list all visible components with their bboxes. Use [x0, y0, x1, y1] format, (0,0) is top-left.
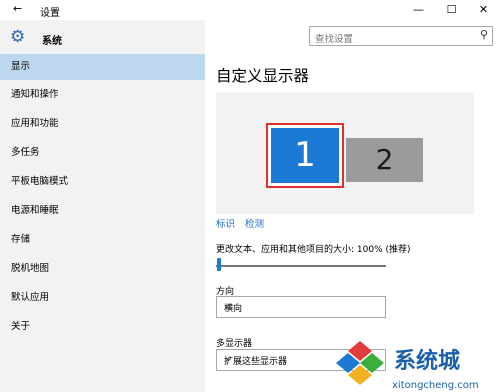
search-icon[interactable]: ⚲ — [480, 28, 488, 41]
sidebar-item-default-apps[interactable]: 默认应用 — [0, 285, 205, 311]
sidebar-item-power-sleep[interactable]: 电源和睡眠 — [0, 198, 205, 224]
window-title: 设置 — [40, 8, 60, 19]
watermark-text: 系统城 — [394, 348, 460, 374]
identify-link[interactable]: 标识 — [216, 219, 235, 230]
chevron-down-icon: ⌄ — [224, 298, 234, 311]
page-title: 自定义显示器 — [216, 67, 310, 85]
watermark-diamond-icon — [336, 341, 384, 385]
monitor-1[interactable]: 1 — [266, 123, 344, 188]
scale-slider-track[interactable] — [216, 265, 386, 267]
multi-display-label: 多显示器 — [216, 339, 253, 349]
monitor-1-number: 1 — [271, 128, 339, 183]
scale-label: 更改文本、应用和其他项目的大小: 100% (推荐) — [216, 245, 411, 255]
detect-link[interactable]: 检测 — [245, 219, 264, 230]
maximize-button[interactable]: ☐ — [435, 0, 468, 20]
sidebar-item-tablet-mode[interactable]: 平板电脑模式 — [0, 169, 205, 195]
title-bar: ← 设置 — ☐ ✕ — [0, 0, 500, 20]
watermark-logo: 系统城 xitongcheng.com — [336, 341, 479, 391]
sidebar-item-notifications[interactable]: 通知和操作 — [0, 82, 205, 108]
sidebar-item-multitasking[interactable]: 多任务 — [0, 140, 205, 166]
sidebar-item-about[interactable]: 关于 — [0, 314, 205, 340]
minimize-button[interactable]: — — [402, 0, 435, 20]
scale-slider-thumb[interactable] — [217, 258, 221, 271]
watermark-url: xitongcheng.com — [392, 380, 479, 391]
sidebar-item-storage[interactable]: 存储 — [0, 227, 205, 253]
display-links: 标识 检测 — [216, 216, 271, 230]
orientation-dropdown[interactable]: 横向 ⌄ — [216, 296, 386, 318]
search-input[interactable] — [310, 31, 465, 48]
close-button[interactable]: ✕ — [467, 0, 500, 20]
back-arrow-icon[interactable]: ← — [13, 2, 22, 15]
gear-icon: ⚙ — [10, 27, 26, 47]
brand-label: 系统 — [42, 36, 62, 47]
settings-brand: ⚙ 系统 — [10, 27, 200, 48]
sidebar: ⚙ 系统 显示 通知和操作 应用和功能 多任务 平板电脑模式 电源和睡眠 存储 … — [0, 20, 205, 392]
sidebar-item-display[interactable]: 显示 — [0, 54, 205, 80]
sidebar-item-apps[interactable]: 应用和功能 — [0, 111, 205, 137]
search-box[interactable]: ⚲ — [309, 26, 493, 48]
sidebar-item-offline-maps[interactable]: 脱机地图 — [0, 256, 205, 282]
monitor-2[interactable]: 2 — [346, 138, 423, 182]
display-arrangement-canvas[interactable]: 1 2 — [216, 92, 474, 214]
